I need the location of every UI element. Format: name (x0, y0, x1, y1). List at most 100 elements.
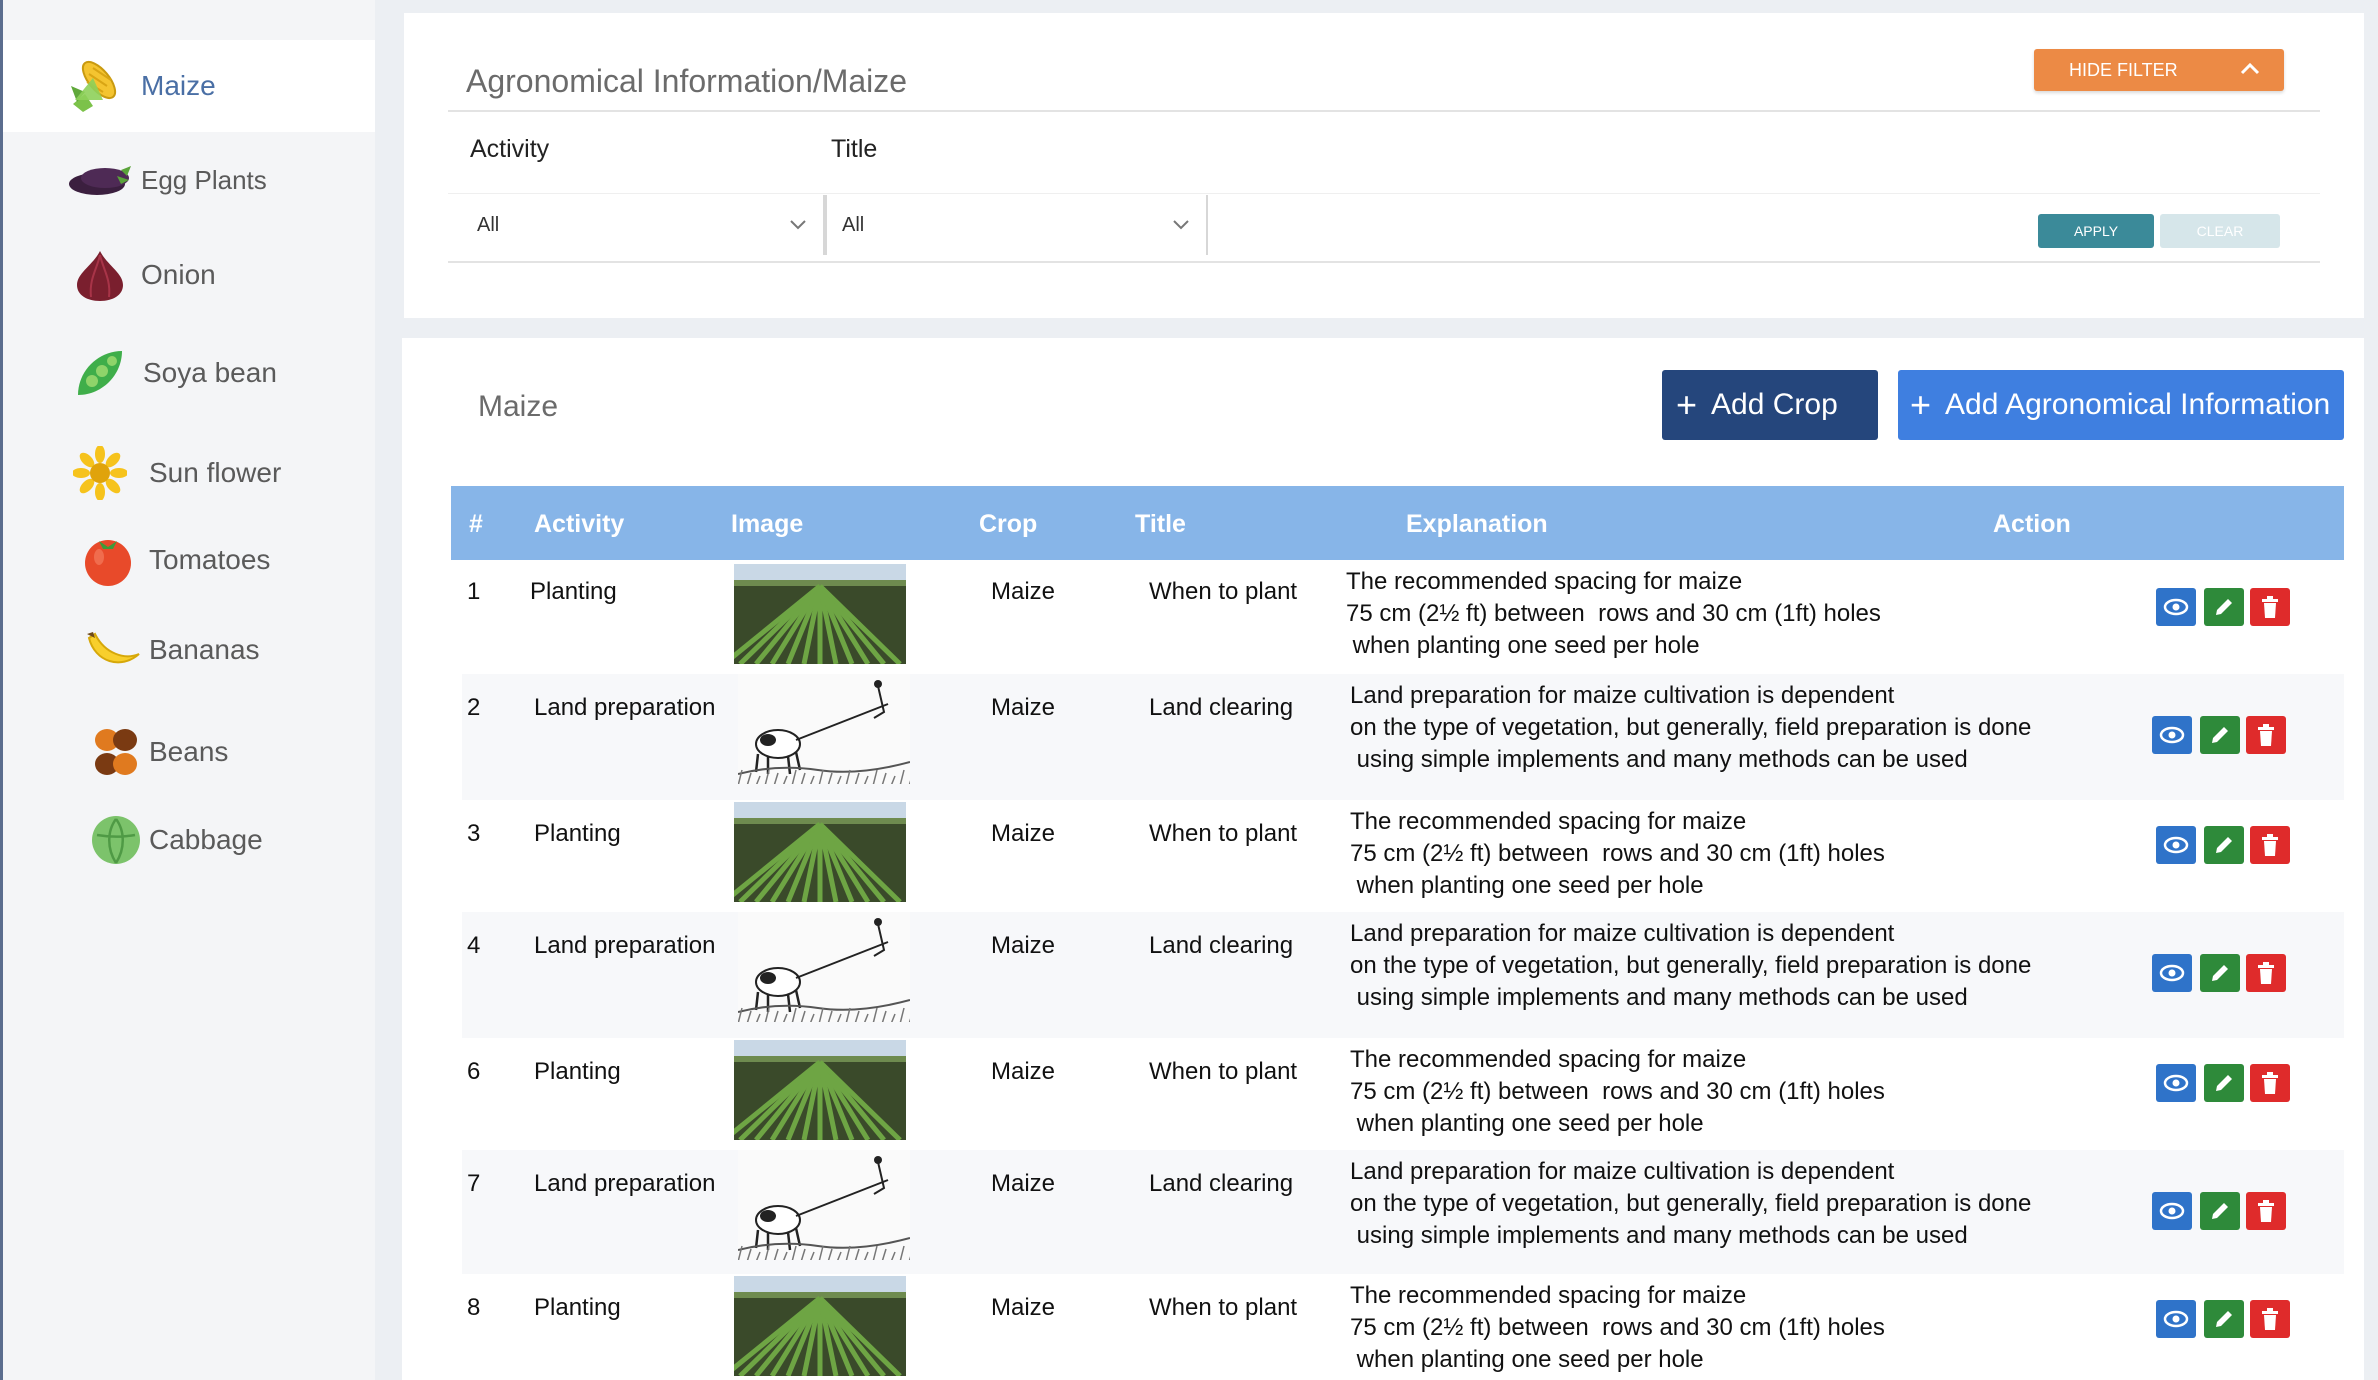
row-activity: Land preparation (534, 694, 716, 721)
sidebar-item-label: Tomatoes (149, 544, 271, 575)
row-crop: Maize (991, 932, 1056, 959)
edit-button[interactable] (2200, 716, 2240, 754)
edit-button[interactable] (2204, 588, 2244, 626)
row-number: 3 (467, 820, 481, 847)
pencil-icon (2213, 1072, 2235, 1094)
maize-field-image[interactable] (734, 802, 906, 902)
banana-icon (79, 615, 149, 685)
delete-button[interactable] (2246, 716, 2286, 754)
maize-field-image[interactable] (734, 1040, 906, 1140)
eggplant-icon (65, 145, 135, 215)
trash-icon (2256, 961, 2276, 985)
hide-filter-label: HIDE FILTER (2069, 59, 2178, 80)
delete-button[interactable] (2250, 1064, 2290, 1102)
divider (448, 261, 2320, 263)
row-explanation: The recommended spacing for maize 75 cm (… (1350, 1280, 1885, 1376)
sidebar-item-soya-bean[interactable]: Soya bean (3, 328, 375, 418)
maize-field-image[interactable] (734, 1276, 906, 1376)
view-button[interactable] (2152, 1192, 2192, 1230)
explanation-line: using simple implements and many methods… (1350, 746, 1968, 773)
explanation-line: on the type of vegetation, but generally… (1350, 714, 2032, 741)
sidebar-item-cabbage[interactable]: Cabbage (3, 795, 375, 885)
add-agro-label: Add Agronomical Information (1945, 388, 2331, 421)
row-number: 7 (467, 1170, 481, 1197)
delete-button[interactable] (2250, 588, 2290, 626)
explanation-line: The recommended spacing for maize (1350, 808, 1747, 835)
view-button[interactable] (2156, 1300, 2196, 1338)
add-agronomical-information-button[interactable]: + Add Agronomical Information (1898, 370, 2344, 440)
row-number: 2 (467, 694, 481, 721)
edit-button[interactable] (2204, 1064, 2244, 1102)
row-number: 4 (467, 932, 481, 959)
delete-button[interactable] (2250, 826, 2290, 864)
sidebar-item-beans[interactable]: Beans (3, 707, 375, 797)
column-header-explanation: Explanation (1406, 510, 1548, 538)
trash-icon (2260, 833, 2280, 857)
row-crop: Maize (991, 1058, 1056, 1085)
edit-button[interactable] (2204, 1300, 2244, 1338)
explanation-line: 75 cm (2½ ft) between rows and 30 cm (1f… (1346, 600, 1881, 627)
sidebar: Maize Egg Plants Onion Soya bean Sun flo… (0, 0, 375, 1380)
ox-plough-image[interactable] (738, 912, 910, 1022)
maize-field-image[interactable] (734, 564, 906, 664)
row-crop: Maize (991, 578, 1056, 605)
row-activity: Land preparation (534, 1170, 716, 1197)
column-header-title: Title (1135, 510, 1186, 538)
title-select[interactable]: All (825, 195, 1208, 255)
explanation-line: Land preparation for maize cultivation i… (1350, 1158, 1895, 1185)
view-button[interactable] (2156, 588, 2196, 626)
delete-button[interactable] (2250, 1300, 2290, 1338)
edit-button[interactable] (2200, 1192, 2240, 1230)
edit-button[interactable] (2200, 954, 2240, 992)
delete-button[interactable] (2246, 954, 2286, 992)
hide-filter-button[interactable]: HIDE FILTER (2034, 49, 2284, 91)
delete-button[interactable] (2246, 1192, 2286, 1230)
explanation-line: on the type of vegetation, but generally… (1350, 952, 2032, 979)
list-title: Maize (478, 390, 559, 423)
explanation-line: The recommended spacing for maize (1350, 1282, 1747, 1309)
sidebar-item-label: Soya bean (143, 357, 277, 388)
chevron-down-icon (1170, 213, 1192, 241)
ox-plough-image[interactable] (738, 674, 910, 784)
tomato-icon (73, 525, 143, 595)
row-explanation: Land preparation for maize cultivation i… (1350, 1156, 2031, 1252)
row-title: Land clearing (1149, 1170, 1294, 1197)
eye-icon (2159, 964, 2185, 982)
view-button[interactable] (2152, 716, 2192, 754)
edit-button[interactable] (2204, 826, 2244, 864)
sidebar-item-sun-flower[interactable]: Sun flower (3, 428, 375, 518)
view-button[interactable] (2156, 826, 2196, 864)
view-button[interactable] (2156, 1064, 2196, 1102)
trash-icon (2260, 595, 2280, 619)
sidebar-item-label: Beans (149, 736, 229, 767)
activity-select[interactable]: All (462, 195, 825, 255)
ox-plough-image[interactable] (738, 1150, 910, 1260)
row-activity: Land preparation (534, 932, 716, 959)
clear-button[interactable]: CLEAR (2160, 214, 2280, 248)
sidebar-item-maize[interactable]: Maize (3, 40, 375, 132)
column-header-number: # (469, 510, 483, 538)
row-number: 6 (467, 1058, 481, 1085)
apply-button[interactable]: APPLY (2038, 214, 2154, 248)
row-title: When to plant (1149, 1294, 1298, 1321)
view-button[interactable] (2152, 954, 2192, 992)
add-crop-button[interactable]: + Add Crop (1662, 370, 1878, 440)
table-row: 7 Land preparation Maize Land clearing Land … (462, 1150, 2344, 1274)
row-explanation: The recommended spacing for maize 75 cm (… (1350, 1044, 1885, 1140)
table-row: 3 Planting Maize When to plant The recommend… (462, 800, 2344, 912)
activity-select-value: All (477, 213, 500, 236)
eye-icon (2163, 836, 2189, 854)
explanation-line: using simple implements and many methods… (1350, 984, 1968, 1011)
table-row: 2 Land preparation Maize Land clearing Land … (462, 674, 2344, 800)
divider (448, 193, 2320, 194)
row-activity: Planting (530, 578, 617, 605)
sidebar-item-bananas[interactable]: Bananas (3, 605, 375, 695)
trash-icon (2260, 1071, 2280, 1095)
sidebar-item-egg-plants[interactable]: Egg Plants (3, 135, 375, 225)
table-header: # Activity Image Crop Title Explanation … (451, 486, 2344, 560)
sidebar-item-tomatoes[interactable]: Tomatoes (3, 515, 375, 605)
row-crop: Maize (991, 820, 1056, 847)
sidebar-item-onion[interactable]: Onion (3, 230, 375, 320)
beans-icon (81, 717, 151, 787)
explanation-line: when planting one seed per hole (1350, 1110, 1704, 1137)
